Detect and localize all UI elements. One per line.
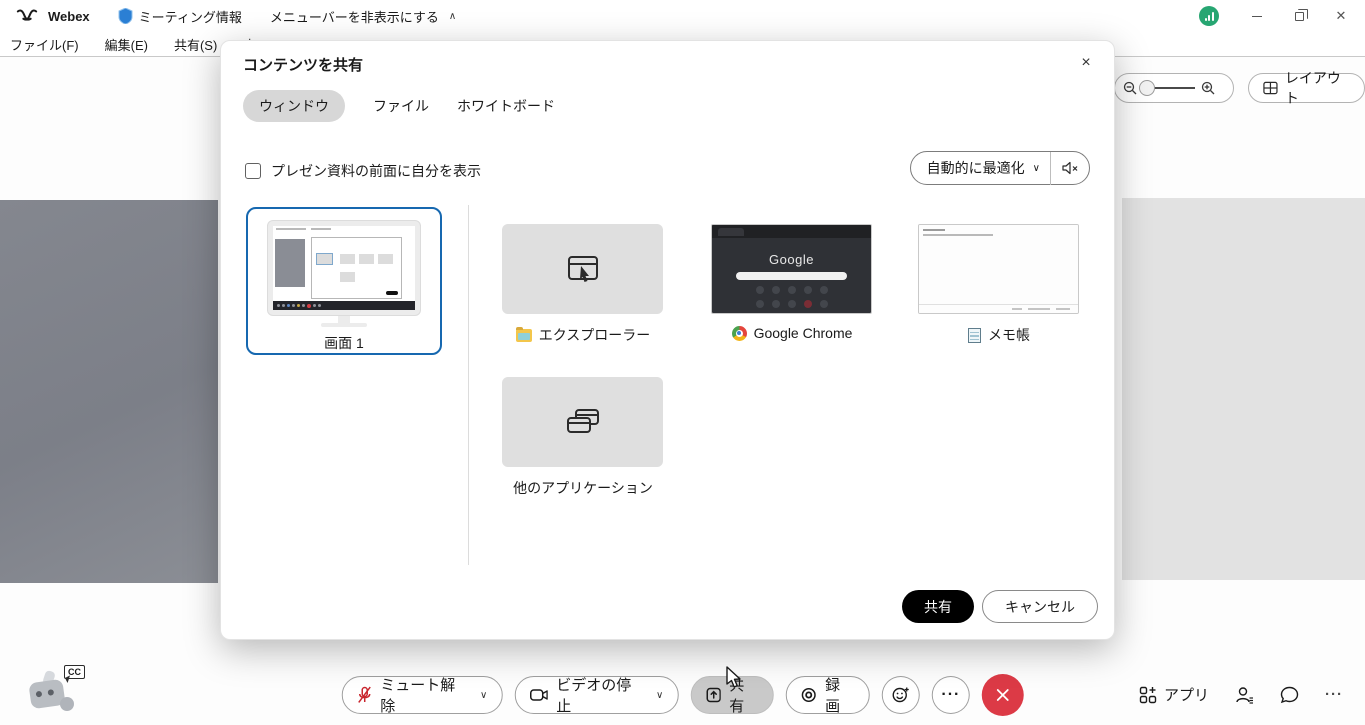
cards-divider — [468, 205, 469, 565]
show-me-checkbox[interactable] — [245, 163, 261, 179]
window-share-icon — [564, 252, 602, 286]
notepad-label-row: メモ帳 — [909, 325, 1089, 345]
assistant-avatar[interactable]: CC — [24, 665, 84, 717]
chrome-preview-logo: Google — [712, 252, 871, 267]
chat-bubble-icon — [1280, 686, 1299, 704]
tab-file[interactable]: ファイル — [373, 90, 429, 122]
unmute-label: ミュート解除 — [380, 674, 470, 716]
chevron-down-icon[interactable]: ∨ — [480, 690, 487, 701]
dialog-close-button[interactable]: × — [1072, 49, 1100, 77]
titlebar: Webex ミーティング情報 メニューバーを非表示にする ∧ ✕ — [0, 0, 1365, 32]
tab-whiteboard[interactable]: ホワイトボード — [457, 90, 555, 122]
apps-label: アプリ — [1164, 684, 1209, 705]
optimize-control: 自動的に最適化 ∨ — [910, 151, 1090, 185]
window-close-button[interactable]: ✕ — [1327, 4, 1355, 28]
optimize-dropdown[interactable]: 自動的に最適化 ∨ — [911, 158, 1050, 178]
zoom-slider[interactable] — [1143, 87, 1195, 89]
menu-share[interactable]: 共有(S) — [174, 35, 217, 54]
record-label: 録画 — [825, 674, 855, 716]
layout-button[interactable]: レイアウト — [1248, 73, 1365, 103]
notepad-label: メモ帳 — [988, 325, 1030, 345]
cancel-button[interactable]: キャンセル — [982, 590, 1098, 623]
chevron-up-icon: ∧ — [449, 11, 456, 22]
explorer-label-row: エクスプローラー — [493, 325, 673, 345]
share-source-screen-1[interactable]: 画面 1 — [246, 207, 442, 355]
stage-placeholder — [1122, 198, 1365, 580]
share-confirm-button[interactable]: 共有 — [902, 590, 974, 623]
other-apps-label-row: 他のアプリケーション — [493, 478, 673, 498]
more-panels-button[interactable]: ··· — [1325, 686, 1343, 703]
other-apps-label: 他のアプリケーション — [513, 478, 653, 498]
apps-grid-icon — [1139, 686, 1157, 704]
chrome-label: Google Chrome — [754, 325, 853, 341]
participant-video — [0, 200, 218, 583]
mic-muted-icon — [356, 686, 372, 704]
share-screen-icon — [705, 687, 721, 703]
screen-1-preview — [268, 221, 420, 327]
camera-icon — [529, 688, 548, 702]
dialog-title: コンテンツを共有 — [243, 54, 363, 75]
chrome-icon — [732, 326, 747, 341]
more-options-button[interactable]: ··· — [932, 676, 970, 714]
record-button[interactable]: 録画 — [786, 676, 870, 714]
webex-logo-icon — [16, 8, 38, 24]
share-content-dialog: コンテンツを共有 × ウィンドウ ファイル ホワイトボード プレゼン資料の前面に… — [220, 40, 1115, 640]
chrome-preview: Google — [712, 225, 871, 313]
connection-quality-icon[interactable] — [1199, 6, 1219, 26]
zoom-in-icon — [1201, 81, 1215, 95]
share-source-notepad[interactable] — [918, 224, 1079, 314]
screen-1-label: 画面 1 — [248, 333, 440, 353]
stop-video-label: ビデオの停止 — [556, 674, 646, 716]
dialog-tabs: ウィンドウ ファイル ホワイトボード — [243, 90, 555, 122]
show-me-label: プレゼン資料の前面に自分を表示 — [271, 161, 481, 181]
record-icon — [801, 687, 817, 703]
notepad-preview — [919, 225, 1078, 313]
explorer-label: エクスプローラー — [539, 325, 651, 345]
layout-label: レイアウト — [1285, 68, 1350, 108]
chevron-down-icon: ∨ — [1033, 163, 1040, 174]
stacked-windows-icon — [563, 404, 603, 440]
audio-muted-button[interactable] — [1051, 160, 1089, 176]
close-x-icon — [996, 688, 1010, 702]
end-meeting-button[interactable] — [982, 674, 1024, 716]
reactions-button[interactable] — [882, 676, 920, 714]
chat-button[interactable] — [1280, 686, 1299, 704]
participants-button[interactable] — [1235, 686, 1254, 704]
chrome-label-row: Google Chrome — [702, 325, 882, 341]
share-source-explorer[interactable] — [502, 224, 663, 314]
chevron-down-icon[interactable]: ∨ — [656, 690, 663, 701]
app-title: Webex — [48, 9, 90, 24]
menu-file[interactable]: ファイル(F) — [10, 35, 79, 54]
share-source-chrome[interactable]: Google — [711, 224, 872, 314]
ellipsis-icon: ··· — [1325, 686, 1343, 703]
zoom-slider-knob[interactable] — [1139, 80, 1155, 96]
stage-zoom-control[interactable] — [1114, 73, 1234, 103]
speaker-muted-icon — [1061, 160, 1079, 176]
stop-video-button[interactable]: ビデオの停止 ∨ — [514, 676, 678, 714]
layout-grid-icon — [1263, 81, 1278, 95]
menu-edit[interactable]: 編集(E) — [105, 35, 148, 54]
cc-badge: CC — [64, 665, 85, 679]
smiley-plus-icon — [892, 686, 910, 704]
notepad-icon — [968, 328, 981, 343]
hide-menubar-button[interactable]: メニューバーを非表示にする ∧ — [270, 7, 456, 26]
meeting-control-bar: CC ミュート解除 ∨ ビデオの停止 ∨ 共有 録画 ··· — [0, 655, 1365, 725]
explorer-folder-icon — [516, 329, 532, 342]
mouse-cursor — [725, 666, 743, 690]
unmute-button[interactable]: ミュート解除 ∨ — [341, 676, 502, 714]
meeting-info-button[interactable]: ミーティング情報 — [118, 7, 242, 26]
window-minimize-button[interactable] — [1243, 4, 1271, 28]
ellipsis-icon: ··· — [941, 686, 960, 704]
meeting-info-shield-icon — [118, 8, 133, 24]
share-source-other-apps[interactable] — [502, 377, 663, 467]
zoom-out-icon — [1123, 81, 1137, 95]
participants-icon — [1235, 686, 1254, 704]
apps-button[interactable]: アプリ — [1139, 684, 1209, 705]
window-restore-button[interactable] — [1285, 4, 1313, 28]
tab-window[interactable]: ウィンドウ — [243, 90, 345, 122]
